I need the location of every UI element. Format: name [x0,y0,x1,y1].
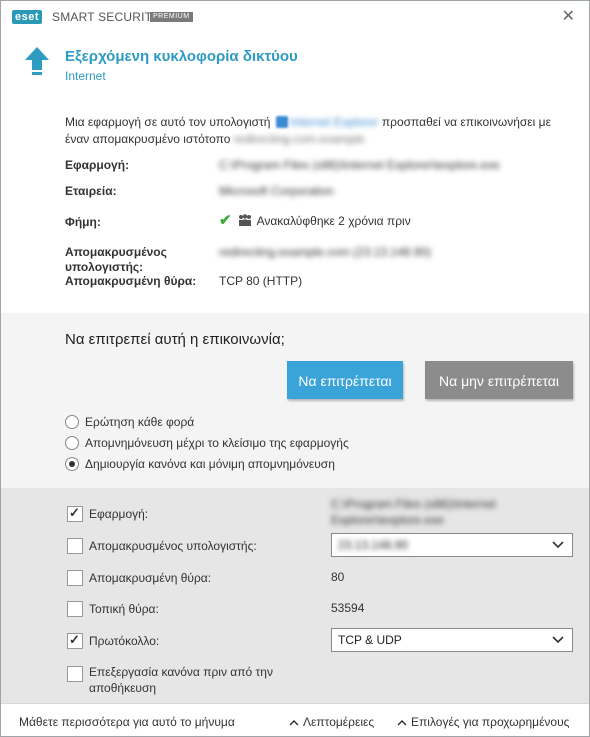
rule-local-port-label: Τοπική θύρα: [89,602,159,616]
rule-panel: Εφαρμογή: C:\Program Files (x86)\Interne… [1,488,589,703]
rule-application-value: C:\Program Files (x86)\Internet Explorer… [331,497,496,527]
header-title: Εξερχόμενη κυκλοφορία δικτύου [65,48,298,65]
arrow-up-icon [25,47,49,75]
application-value: C:\Program Files (x86)\Internet Explorer… [219,158,500,172]
protocol-dropdown[interactable]: TCP & UDP [331,628,573,652]
company-label: Εταιρεία: [65,184,117,198]
remote-host-dropdown-value: 23.13.148.90 [338,538,409,552]
header-subtitle: Internet [65,69,106,83]
decision-question: Να επιτρεπεί αυτή η επικοινωνία; [65,331,285,348]
edit-rule-checkbox[interactable] [67,666,83,682]
chevron-down-icon [552,541,564,549]
chevron-down-icon [552,636,564,644]
local-port-checkbox[interactable] [67,601,83,617]
rule-edit-label: Επεξεργασία κανόνα πριν από την αποθήκευ… [89,664,273,696]
allow-button[interactable]: Να επιτρέπεται [287,361,403,399]
radio-label: Δημιουργία κανόνα και μόνιμη απομνημόνευ… [85,457,335,471]
remote-host-checkbox[interactable] [67,538,83,554]
rule-remote-host-label: Απομακρυσμένος υπολογιστής: [89,539,257,553]
chevron-up-icon [397,719,407,726]
remote-site-name: redirecting.com.example [233,132,365,146]
radio-label: Απομνημόνευση μέχρι το κλείσιμο της εφαρ… [85,436,349,450]
protocol-dropdown-value: TCP & UDP [338,633,402,647]
reputation-value: Ανακαλύφθηκε 2 χρόνια πριν [256,214,411,228]
app-icon [275,116,288,128]
radio-button[interactable] [65,415,79,429]
decision-panel: Να επιτρεπεί αυτή η επικοινωνία; Να επιτ… [1,313,589,488]
radio-button[interactable] [65,457,79,471]
info-message-part1: Μια εφαρμογή σε αυτό τον υπολογιστή [65,115,271,129]
learn-more-link[interactable]: Μάθετε περισσότερα για αυτό το μήνυμα [19,715,235,729]
reputation-label: Φήμη: [65,215,101,229]
remote-host-label: Απομακρυσμένος υπολογιστής: [65,245,167,274]
eset-logo: eset [12,10,43,24]
remote-port-checkbox[interactable] [67,570,83,586]
footer: Μάθετε περισσότερα για αυτό το μήνυμα Λε… [1,703,589,736]
rule-protocol-label: Πρωτόκολλο: [89,634,160,648]
info-message: Μια εφαρμογή σε αυτό τον υπολογιστή Inte… [65,114,575,148]
dialog-window: eset SMART SECURITY PREMIUM ✕ Εξερχόμενη… [0,0,590,737]
reputation-value-row: ✔ Ανακαλύφθηκε 2 χρόνια πριν [219,213,411,229]
rule-remote-port-value: 80 [331,570,345,584]
rule-edit-label-line1: Επεξεργασία κανόνα πριν από την [89,665,273,679]
premium-badge: PREMIUM [150,12,193,22]
rule-local-port-value: 53594 [331,601,365,615]
check-icon: ✔ [219,212,232,229]
details-label: Λεπτομέρειες [303,715,375,729]
title-bar: eset SMART SECURITY PREMIUM ✕ [1,1,589,35]
details-link[interactable]: Λεπτομέρειες [289,715,374,729]
application-checkbox[interactable] [67,505,83,522]
application-label: Εφαρμογή: [65,158,130,172]
product-name: SMART SECURITY [52,10,161,24]
company-value[interactable]: Microsoft Corporation [219,184,334,199]
remote-host-dropdown[interactable]: 23.13.148.90 [331,533,573,557]
app-name-link[interactable]: Internet Explorer [290,115,379,129]
remote-port-value: TCP 80 (HTTP) [219,274,303,288]
rule-application-label: Εφαρμογή: [89,507,149,521]
remote-host-value: redirecting.example.com (23.13.148.90) [219,245,432,259]
remote-port-label: Απομακρυσμένη θύρα: [65,274,197,288]
deny-button[interactable]: Να μην επιτρέπεται [425,361,573,399]
advanced-options-link[interactable]: Επιλογές για προχωρημένους [397,715,569,729]
rule-edit-label-line2: αποθήκευση [89,681,157,695]
rule-remote-port-label: Απομακρυσμένη θύρα: [89,571,212,585]
chevron-up-icon [289,719,299,726]
close-icon[interactable]: ✕ [562,8,575,26]
advanced-options-label: Επιλογές για προχωρημένους [411,715,570,729]
radio-label: Ερώτηση κάθε φορά [85,415,195,429]
people-icon [238,214,251,226]
radio-button[interactable] [65,436,79,450]
protocol-checkbox[interactable] [67,632,83,649]
